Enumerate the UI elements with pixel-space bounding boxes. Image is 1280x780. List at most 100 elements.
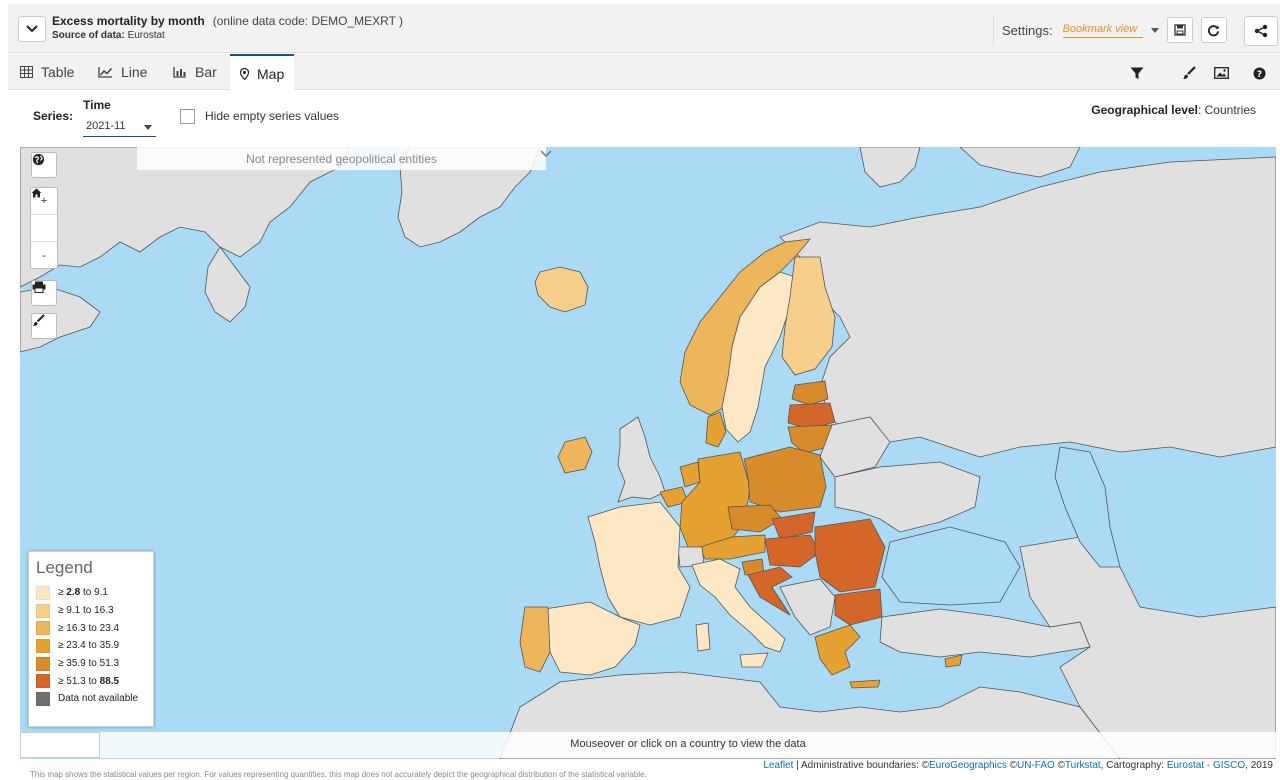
legend-mid: to: [85, 640, 100, 652]
legend-high: 16.3: [94, 605, 114, 617]
print-button[interactable]: [31, 280, 57, 306]
region-greece: [814, 624, 861, 676]
share-icon: [1254, 24, 1268, 38]
help-button[interactable]: ?: [1250, 64, 1268, 82]
attrib-text: , 2019: [1245, 760, 1273, 771]
legend-swatch: [36, 603, 50, 618]
tab-label: Table: [41, 64, 75, 80]
region-portugal: [519, 606, 551, 673]
bar-chart-icon: [173, 67, 186, 78]
style-button[interactable]: [1180, 64, 1198, 82]
region-poland: [743, 446, 827, 513]
region-romania: [814, 518, 886, 593]
legend-label: ≥ 23.4 to 35.9: [58, 640, 120, 652]
region-denmark: [705, 411, 727, 448]
dataset-title-line: Excess mortality by month (online data co…: [52, 14, 403, 28]
region-russia: [779, 156, 1276, 458]
legend-mid: to: [85, 658, 100, 670]
unfao-link[interactable]: UN-FAO: [1017, 760, 1055, 771]
legend-high: 51.3: [99, 658, 120, 670]
region-france: [587, 501, 691, 626]
choropleth-map[interactable]: [20, 147, 1276, 759]
save-icon: [1173, 24, 1186, 36]
dataset-source: Source of data: Eurostat: [52, 30, 165, 41]
not-represented-dropdown[interactable]: Not represented geopolitical entities: [137, 147, 552, 170]
refresh-button[interactable]: [1200, 17, 1227, 43]
save-button[interactable]: [1166, 17, 1193, 43]
hide-empty-checkbox[interactable]: [180, 109, 195, 124]
zoom-controls: + -: [30, 187, 58, 269]
map-attribution: Leaflet | Administrative boundaries: ©Eu…: [760, 759, 1276, 772]
legend-label: ≥ 16.3 to 23.4: [58, 622, 120, 634]
share-button[interactable]: [1244, 16, 1278, 46]
legend-low: 2.8: [66, 587, 81, 599]
legend-item: ≥ 51.3 to 88.5: [36, 672, 146, 690]
style-map-button[interactable]: [31, 313, 57, 339]
map-legend: Legend ≥ 2.8 to 9.1 ≥ 9.1 to 16.3 ≥ 16.3 t…: [28, 551, 154, 727]
filter-button[interactable]: [1128, 64, 1146, 82]
options-row: Series: Time 2021-11 Hide empty series v…: [8, 91, 1280, 147]
region-baffin: [204, 246, 251, 323]
legend-label: ≥ 51.3 to 88.5: [58, 675, 120, 687]
dataset-header: Excess mortality by month (online data co…: [8, 4, 1280, 53]
series-label: Series:: [33, 109, 74, 123]
legend-mid: to: [85, 622, 100, 634]
tab-bar[interactable]: Bar: [163, 54, 227, 90]
attrib-text: | Administrative boundaries: ©: [793, 760, 929, 771]
map-canvas[interactable]: Not represented geopolitical entities + …: [20, 147, 1276, 759]
hover-info-text: Mouseover or click on a country to view …: [570, 738, 806, 750]
globe-button[interactable]: [31, 152, 57, 178]
globe-icon: [32, 153, 45, 166]
hide-empty-label[interactable]: Hide empty series values: [205, 109, 339, 123]
source-value: Eurostat: [127, 30, 165, 41]
region-iceland: [534, 266, 589, 313]
legend-mid: to: [80, 605, 95, 617]
home-button[interactable]: [31, 188, 57, 242]
legend-low: 23.4: [66, 640, 86, 652]
tab-label: Bar: [195, 64, 217, 80]
line-chart-icon: [98, 67, 113, 78]
legend-swatch: [36, 585, 50, 600]
bookmark-view-select[interactable]: Bookmark view: [1062, 23, 1143, 38]
legend-mid: Data not available: [58, 693, 139, 705]
legend-high: 88.5: [99, 675, 120, 687]
svg-text:?: ?: [1256, 70, 1261, 80]
region-arctic-islands: [959, 147, 1081, 178]
legend-low: 35.9: [66, 658, 86, 670]
eurogeographics-link[interactable]: EuroGeographics: [929, 760, 1007, 771]
legend-title: Legend: [36, 558, 93, 577]
time-select[interactable]: 2021-11: [83, 117, 156, 137]
tab-map[interactable]: Map: [230, 54, 295, 91]
legend-swatch: [36, 621, 50, 636]
legend-swatch: [36, 638, 50, 653]
collapse-button[interactable]: [18, 16, 46, 42]
legend-high: 35.9: [99, 640, 120, 652]
time-value: 2021-11: [86, 120, 126, 132]
chevron-down-icon: [540, 150, 552, 158]
tab-table[interactable]: Table: [10, 54, 84, 90]
legend-high: 9.1: [94, 587, 108, 599]
region-svalbard: [859, 147, 921, 188]
table-icon: [20, 66, 33, 78]
region-sardinia: [695, 622, 711, 652]
home-icon: [31, 188, 42, 198]
leaflet-link[interactable]: Leaflet: [763, 760, 793, 771]
tab-line[interactable]: Line: [88, 54, 157, 90]
map-marker-icon: [240, 67, 249, 80]
brush-icon: [1183, 66, 1196, 79]
legend-label: Data not available: [58, 693, 138, 704]
legend-label: ≥ 9.1 to 16.3: [58, 605, 114, 617]
map-disclaimer: This map shows the statistical values pe…: [30, 770, 647, 779]
geo-level-label: Geographical level: [1091, 103, 1198, 117]
region-estonia: [791, 380, 829, 406]
legend-item: ≥ 9.1 to 16.3: [36, 602, 146, 620]
gisco-link[interactable]: Eurostat - GISCO: [1167, 760, 1245, 771]
zoom-out-button[interactable]: -: [31, 242, 57, 269]
turkstat-link[interactable]: Turkstat: [1065, 760, 1101, 771]
attrib-text: ©: [1006, 760, 1017, 771]
caret-down-icon[interactable]: [1150, 27, 1159, 33]
image-export-button[interactable]: [1212, 64, 1230, 82]
region-ireland: [557, 436, 593, 474]
chevron-down-icon: [26, 25, 38, 33]
help-icon: ?: [1253, 67, 1265, 80]
